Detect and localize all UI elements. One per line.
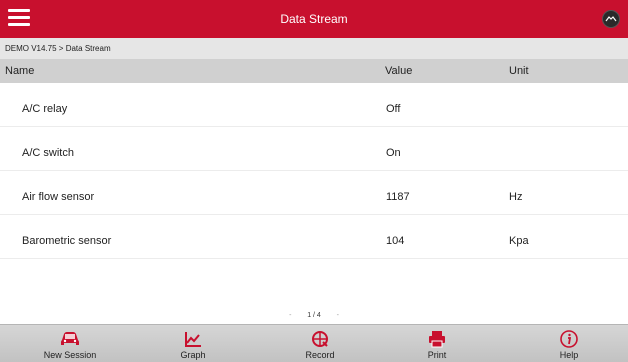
column-header-unit: Unit	[509, 65, 529, 77]
printer-icon	[429, 331, 445, 348]
top-bar: Data Stream	[0, 0, 628, 38]
column-header-name: Name	[5, 65, 35, 77]
print-label: Print	[427, 350, 447, 360]
row-unit: Kpa	[509, 235, 529, 247]
table-row[interactable]: Air flow sensor 1187 Hz	[0, 171, 628, 215]
row-value: 104	[386, 235, 405, 247]
column-header-value: Value	[385, 65, 413, 77]
graph-label: Graph	[180, 350, 206, 360]
help-info-icon	[560, 330, 578, 348]
graph-icon	[185, 332, 201, 347]
bottom-toolbar: New Session Graph Record Print Help	[0, 324, 628, 362]
graph-button[interactable]: Graph	[143, 325, 243, 362]
help-button[interactable]: Help	[519, 325, 619, 362]
prev-page-button[interactable]: -	[275, 312, 305, 319]
next-page-button[interactable]: -	[323, 312, 353, 319]
record-icon	[312, 331, 328, 347]
new-session-label: New Session	[43, 350, 97, 360]
vci-connector-icon[interactable]	[602, 10, 620, 28]
column-header-row: Name Value Unit	[0, 59, 628, 83]
new-session-button[interactable]: New Session	[20, 325, 120, 362]
pager: - 1 / 4 -	[0, 312, 628, 324]
table-row[interactable]: A/C relay Off	[0, 83, 628, 127]
breadcrumb: DEMO V14.75 > Data Stream	[0, 38, 628, 59]
data-stream-list: A/C relay Off A/C switch On Air flow sen…	[0, 83, 628, 259]
record-label: Record	[305, 350, 335, 360]
car-icon	[61, 332, 79, 345]
page-title: Data Stream	[280, 12, 348, 26]
page-indicator: 1 / 4	[307, 312, 321, 319]
table-row[interactable]: A/C switch On	[0, 127, 628, 171]
help-label: Help	[559, 350, 579, 360]
row-name: Barometric sensor	[22, 235, 112, 247]
table-row[interactable]: Barometric sensor 104 Kpa	[0, 215, 628, 259]
record-button[interactable]: Record	[270, 325, 370, 362]
print-button[interactable]: Print	[387, 325, 487, 362]
